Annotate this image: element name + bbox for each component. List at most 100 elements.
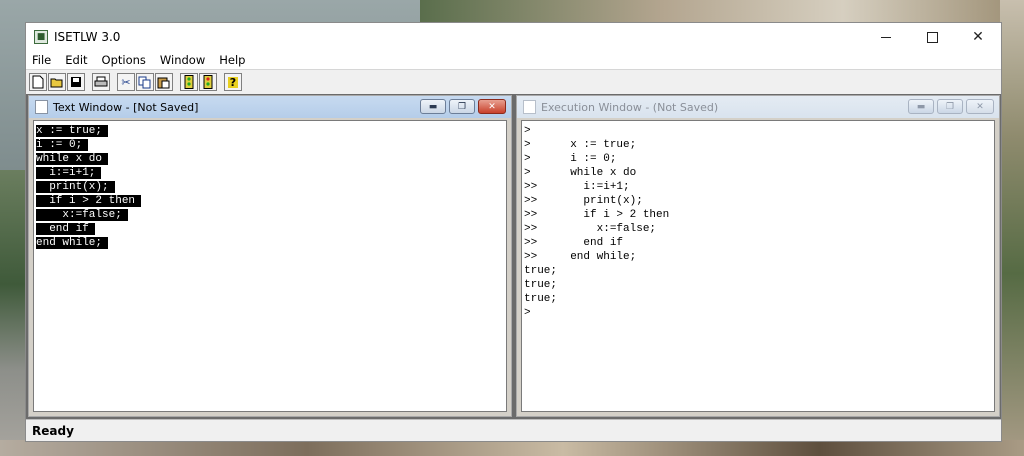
document-icon <box>35 100 48 114</box>
selected-code-text: i := 0; <box>36 139 89 151</box>
output-line: > <box>524 307 531 319</box>
output-line: >> print(x); <box>524 195 643 207</box>
open-folder-icon <box>50 78 63 88</box>
selected-code-text: end if <box>36 223 95 235</box>
menu-options[interactable]: Options <box>95 51 153 69</box>
code-line[interactable]: x:=false; <box>36 208 506 222</box>
output-line: >> if i > 2 then <box>524 209 670 221</box>
execution-window-minimize-button[interactable]: ▬ <box>908 99 934 114</box>
text-window-titlebar[interactable]: Text Window - [Not Saved] ▬ ❐ ✕ <box>29 96 511 118</box>
copy-icon <box>138 76 151 88</box>
menu-edit[interactable]: Edit <box>58 51 94 69</box>
selected-code-text: if i > 2 then <box>36 195 142 207</box>
stop-traffic-light-icon <box>203 75 213 89</box>
save-button[interactable] <box>67 73 85 91</box>
app-title: ISETLW 3.0 <box>54 30 121 44</box>
execution-window-titlebar[interactable]: Execution Window - (Not Saved) ▬ ❐ ✕ <box>517 96 999 118</box>
cut-button[interactable]: ✂ <box>117 73 135 91</box>
output-line: > while x do <box>524 167 637 179</box>
status-bar: Ready <box>26 419 1001 441</box>
selected-code-text: end while; <box>36 237 109 249</box>
paste-button[interactable] <box>155 73 173 91</box>
run-button[interactable] <box>180 73 198 91</box>
main-titlebar[interactable]: ■ ISETLW 3.0 ✕ <box>26 23 1001 51</box>
minimize-button[interactable] <box>863 23 909 51</box>
code-line[interactable]: if i > 2 then <box>36 194 506 208</box>
code-line[interactable]: end if <box>36 222 506 236</box>
close-icon: ✕ <box>972 29 984 45</box>
desktop-background-bottom <box>0 440 1024 456</box>
document-icon <box>523 100 536 114</box>
execution-output-content[interactable]: > > x := true; > i := 0; > while x do >> i:=… <box>522 121 994 320</box>
menu-window[interactable]: Window <box>153 51 212 69</box>
output-line: >> x:=false; <box>524 223 657 235</box>
minimize-icon: ▬ <box>916 101 926 112</box>
output-line: >> end if <box>524 237 624 249</box>
selected-code-text: x := true; <box>36 125 109 137</box>
copy-button[interactable] <box>136 73 154 91</box>
help-question-icon: ? <box>227 75 239 89</box>
output-line: true; <box>524 265 558 277</box>
text-window-title: Text Window - [Not Saved] <box>53 100 199 114</box>
selected-code-text: while x do <box>36 153 109 165</box>
menu-help[interactable]: Help <box>212 51 252 69</box>
output-line: true; <box>524 279 558 291</box>
selected-code-text: x:=false; <box>36 209 128 221</box>
cut-scissors-icon: ✂ <box>121 75 131 89</box>
text-window-close-button[interactable]: ✕ <box>478 99 506 114</box>
output-line: >> i:=i+1; <box>524 181 630 193</box>
output-line: > <box>524 125 531 137</box>
menu-file[interactable]: File <box>26 51 58 69</box>
close-icon: ✕ <box>488 101 496 112</box>
open-button[interactable] <box>48 73 66 91</box>
execution-output[interactable]: > > x := true; > i := 0; > while x do >> i:=… <box>521 120 995 412</box>
selected-code-text: print(x); <box>36 181 115 193</box>
new-file-icon <box>32 75 44 89</box>
new-file-button[interactable] <box>29 73 47 91</box>
print-icon <box>94 76 108 87</box>
output-line: > x := true; <box>524 139 637 151</box>
help-button[interactable]: ? <box>224 73 242 91</box>
code-editor-content[interactable]: x := true; i := 0; while x do i:=i+1; prin… <box>34 121 506 250</box>
desktop-background-top <box>420 0 1024 22</box>
text-editor[interactable]: x := true; i := 0; while x do i:=i+1; prin… <box>33 120 507 412</box>
maximize-icon <box>926 31 938 43</box>
mdi-client-area: Text Window - [Not Saved] ▬ ❐ ✕ x := tru… <box>26 94 1001 420</box>
execution-window-close-button[interactable]: ✕ <box>966 99 994 114</box>
output-line: > i := 0; <box>524 153 617 165</box>
paste-icon <box>157 77 170 88</box>
run-traffic-light-icon <box>184 75 194 89</box>
code-line[interactable]: print(x); <box>36 180 506 194</box>
execution-window-restore-button[interactable]: ❐ <box>937 99 963 114</box>
output-line: >> end while; <box>524 251 637 263</box>
app-icon[interactable]: ■ <box>34 30 48 44</box>
text-window[interactable]: Text Window - [Not Saved] ▬ ❐ ✕ x := tru… <box>28 95 512 417</box>
selected-code-text: i:=i+1; <box>36 167 102 179</box>
restore-icon: ❐ <box>457 101 467 112</box>
code-line[interactable]: end while; <box>36 236 506 250</box>
status-text: Ready <box>32 423 74 438</box>
execution-window-controls: ▬ ❐ ✕ <box>905 99 994 114</box>
toolbar: ✂ ? <box>26 69 1001 95</box>
output-line: true; <box>524 293 558 305</box>
text-window-controls: ▬ ❐ ✕ <box>417 99 506 114</box>
code-line[interactable]: x := true; <box>36 124 506 138</box>
print-button[interactable] <box>92 73 110 91</box>
isetlw-main-window: ■ ISETLW 3.0 ✕ File Edit Options Window … <box>25 22 1002 442</box>
code-line[interactable]: while x do <box>36 152 506 166</box>
code-line[interactable]: i:=i+1; <box>36 166 506 180</box>
close-icon: ✕ <box>976 101 984 112</box>
menu-bar: File Edit Options Window Help <box>26 51 1001 69</box>
execution-window[interactable]: Execution Window - (Not Saved) ▬ ❐ ✕ > > … <box>516 95 1000 417</box>
text-window-restore-button[interactable]: ❐ <box>449 99 475 114</box>
text-window-minimize-button[interactable]: ▬ <box>420 99 446 114</box>
desktop-background-right <box>1000 0 1024 456</box>
maximize-button[interactable] <box>909 23 955 51</box>
code-line[interactable]: i := 0; <box>36 138 506 152</box>
minimize-icon <box>881 36 891 38</box>
stop-button[interactable] <box>199 73 217 91</box>
close-button[interactable]: ✕ <box>955 23 1001 51</box>
restore-icon: ❐ <box>945 101 955 112</box>
save-disk-icon <box>71 77 81 87</box>
execution-window-title: Execution Window - (Not Saved) <box>541 100 719 114</box>
